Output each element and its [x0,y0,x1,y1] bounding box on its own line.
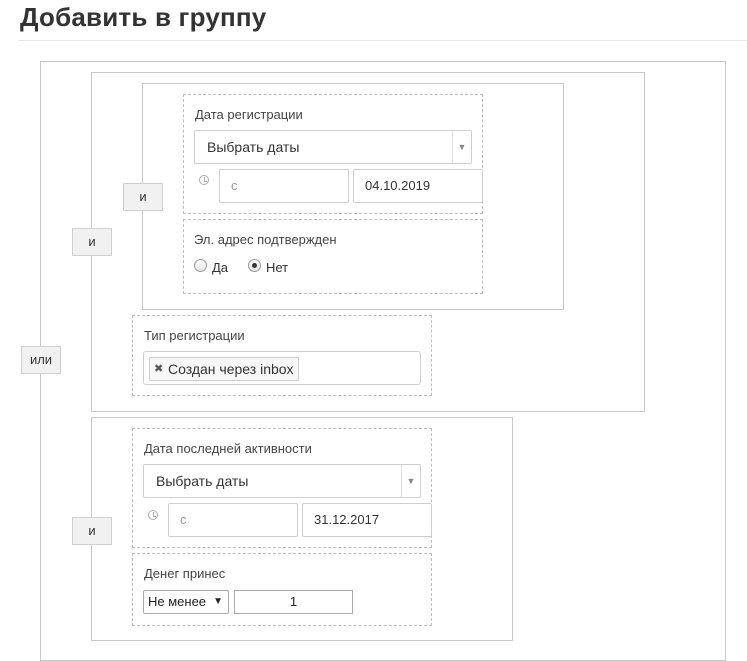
email-confirmed-no-radio[interactable] [248,259,261,272]
registration-date-to-input[interactable]: 04.10.2019 [353,169,483,203]
money-brought-value-input[interactable]: 1 [234,590,353,614]
last-activity-date-select-value: Выбрать даты [156,473,249,489]
registration-type-label: Тип регистрации [144,328,245,343]
chevron-down-icon: ▼ [452,131,471,163]
last-activity-date-label: Дата последней активности [144,441,312,456]
last-activity-date-from-input[interactable]: с [168,503,298,537]
registration-date-label: Дата регистрации [195,107,303,122]
email-confirmed-yes-radio[interactable] [194,259,207,272]
registration-date-select-value: Выбрать даты [207,139,300,155]
or-operator-button[interactable]: или [21,346,61,374]
and-operator-button-1[interactable]: и [72,228,112,256]
money-brought-label: Денег принес [144,566,226,581]
email-confirmed-no-label[interactable]: Нет [266,260,288,275]
last-activity-date-select[interactable]: Выбрать даты ▼ [143,464,421,498]
money-brought-comparator-select[interactable]: Не менее ▼ [143,590,229,614]
email-confirmed-filter [183,219,483,294]
clock-icon [148,510,158,520]
title-divider [18,40,747,41]
registration-type-tag: ✖ Создан через inbox [149,357,299,381]
caret-down-icon: ▼ [213,596,223,607]
email-confirmed-yes-label[interactable]: Да [212,260,228,275]
registration-date-select[interactable]: Выбрать даты ▼ [194,130,472,164]
and-operator-button-nested[interactable]: и [123,183,163,211]
email-confirmed-label: Эл. адрес подтвержден [194,232,337,247]
last-activity-date-to-input[interactable]: 31.12.2017 [302,503,432,537]
and-operator-button-2[interactable]: и [72,517,112,545]
chevron-down-icon: ▼ [401,465,420,497]
page-title: Добавить в группу [20,2,267,32]
registration-type-tag-label: Создан через inbox [168,361,294,377]
close-icon[interactable]: ✖ [154,358,163,380]
clock-icon [199,175,209,185]
registration-date-from-input[interactable]: с [219,169,349,203]
money-brought-comparator-value: Не менее [148,594,207,609]
